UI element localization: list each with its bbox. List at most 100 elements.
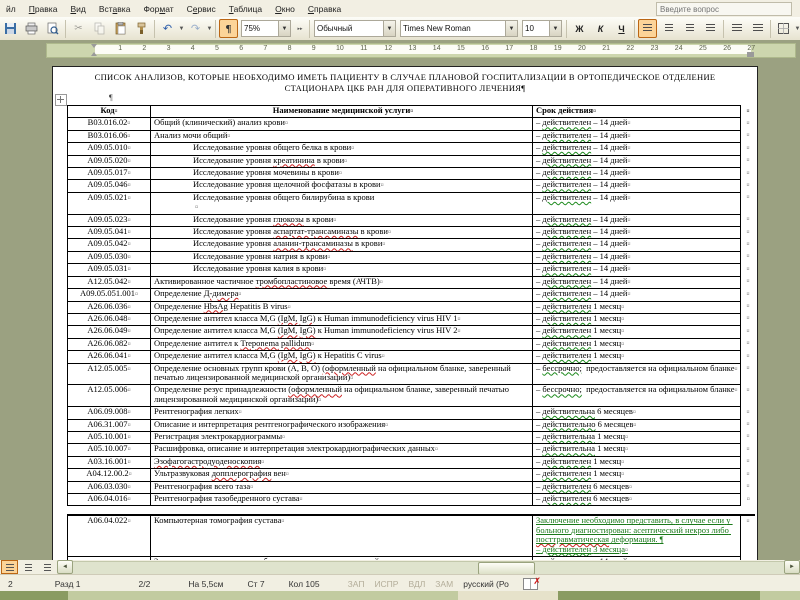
- table-row[interactable]: А09.05.010¤Исследование уровня общего бе…: [68, 143, 756, 155]
- table-row[interactable]: А03.16.001¤Эзофагогастродуоденоскопия¤– …: [68, 456, 756, 468]
- align-left-button[interactable]: [638, 19, 657, 38]
- code-cell[interactable]: А09.05.051.001¤: [68, 289, 151, 301]
- service-name-cell[interactable]: Исследование уровня аланин-трансаминазы …: [151, 239, 533, 251]
- bold-button[interactable]: Ж: [570, 19, 589, 38]
- table-row[interactable]: А12.05.005¤Определение основных групп кр…: [68, 363, 756, 385]
- service-name-cell[interactable]: Расшифровка, описание и интерпретация эл…: [151, 444, 533, 456]
- table-row[interactable]: А26.06.036¤Определение HbsAg Hepatitis B…: [68, 301, 756, 313]
- table-row[interactable]: А09.05.030¤Исследование уровня натрия в …: [68, 251, 756, 263]
- validity-term-cell[interactable]: – действителен – 14 дней¤: [533, 118, 741, 130]
- table-row[interactable]: А06.31.007¤Описание и интерпретация рент…: [68, 419, 756, 431]
- table-row[interactable]: А04.12.00.2¤Ультразвуковая допплерографи…: [68, 469, 756, 481]
- validity-term-cell[interactable]: – действителен – 14 дней¤: [533, 214, 741, 226]
- code-cell[interactable]: В03.016.06¤: [68, 130, 151, 142]
- service-name-cell[interactable]: Описание и интерпретация рентгенографиче…: [151, 419, 533, 431]
- horizontal-scrollbar-thumb[interactable]: [478, 562, 535, 575]
- horizontal-ruler[interactable]: 1234567891011121314151617181920212223242…: [46, 43, 796, 58]
- table-row[interactable]: А09.05.046¤Исследование уровня щелочной …: [68, 180, 756, 192]
- print-layout-view-button[interactable]: [39, 560, 56, 574]
- status-track-changes[interactable]: ИСПР: [374, 579, 398, 589]
- validity-term-cell[interactable]: – действителен 6 месяцев¤: [533, 494, 741, 506]
- service-name-cell[interactable]: Определение антител класса M,G (IgM, IgG…: [151, 313, 533, 325]
- code-cell[interactable]: А09.05.020¤: [68, 155, 151, 167]
- italic-button[interactable]: К: [591, 19, 610, 38]
- indent-marker-left[interactable]: [91, 44, 98, 56]
- code-cell[interactable]: А26.06.049¤: [68, 326, 151, 338]
- service-name-cell[interactable]: Общий (клинический) анализ крови¤: [151, 118, 533, 130]
- code-cell[interactable]: А09.05.030¤: [68, 251, 151, 263]
- table-row[interactable]: А09.05.021¤Исследование уровня общего би…: [68, 192, 756, 214]
- validity-term-cell[interactable]: Заключение необходимо представить, в слу…: [533, 515, 741, 556]
- validity-term-cell[interactable]: – действителен – 14 дней¤: [533, 251, 741, 263]
- horizontal-scrollbar-track[interactable]: [73, 561, 784, 574]
- table-row[interactable]: А05.10.007¤Расшифровка, описание и интер…: [68, 444, 756, 456]
- service-name-cell[interactable]: Определение основных групп крови (А, В, …: [151, 363, 533, 385]
- service-name-cell[interactable]: Определение HbsAg Hepatitis B virus¤: [151, 301, 533, 313]
- validity-term-cell[interactable]: – действителен 1 месяц¤: [533, 338, 741, 350]
- redo-button[interactable]: ↷: [186, 19, 205, 38]
- table-row[interactable]: В03.016.06¤Анализ мочи общий¤– действите…: [68, 130, 756, 142]
- analyses-table[interactable]: Код¤Наименование медицинской услуги¤Срок…: [67, 105, 756, 506]
- validity-term-cell[interactable]: – действителен 1 месяц¤: [533, 313, 741, 325]
- service-name-cell[interactable]: Определение антител к Treponema pallidum…: [151, 338, 533, 350]
- service-name-cell[interactable]: Исследование уровня глюкозы в крови¤: [151, 214, 533, 226]
- status-language[interactable]: русский (Ро: [463, 579, 509, 589]
- service-name-cell[interactable]: Определение резус принадлежности (оформл…: [151, 385, 533, 407]
- status-record-mode[interactable]: ЗАП: [348, 579, 365, 589]
- validity-term-cell[interactable]: – действителен – 14 дней¤: [533, 276, 741, 288]
- menu-Таблица[interactable]: Таблица: [223, 2, 269, 16]
- table-move-handle[interactable]: [55, 94, 67, 106]
- validity-term-cell[interactable]: – действителен – 14 дней¤: [533, 155, 741, 167]
- bullet-list-button[interactable]: [748, 19, 767, 38]
- code-cell[interactable]: А05.10.007¤: [68, 444, 151, 456]
- service-name-cell[interactable]: Компьютерная томография сустава¤: [151, 515, 533, 556]
- font-dropdown-arrow[interactable]: ▼: [505, 21, 517, 36]
- table-row[interactable]: А26.06.041¤Определение антител класса M,…: [68, 351, 756, 363]
- validity-term-cell[interactable]: – действительно 6 месяцев¤: [533, 419, 741, 431]
- scroll-right-button[interactable]: ►: [784, 560, 800, 574]
- copy-button[interactable]: [90, 19, 109, 38]
- code-cell[interactable]: А04.12.00.2¤: [68, 469, 151, 481]
- menu-Вставка[interactable]: Вставка: [93, 2, 138, 16]
- zoom-select[interactable]: 75%▼: [241, 20, 291, 37]
- align-right-button[interactable]: [680, 19, 699, 38]
- show-formatting-marks-button[interactable]: ¶: [219, 19, 238, 38]
- validity-term-cell[interactable]: – действителен – 14 дней¤: [533, 239, 741, 251]
- service-name-cell[interactable]: Исследование уровня натрия в крови¤: [151, 251, 533, 263]
- code-cell[interactable]: А12.05.042¤: [68, 276, 151, 288]
- table-row[interactable]: А09.05.031¤Исследование уровня калия в к…: [68, 264, 756, 276]
- underline-button[interactable]: Ч: [612, 19, 631, 38]
- code-cell[interactable]: А26.06.082¤: [68, 338, 151, 350]
- menu-Справка[interactable]: Справка: [302, 2, 348, 16]
- service-name-cell[interactable]: Регистрация электрокардиограммы¤: [151, 431, 533, 443]
- paste-button[interactable]: [111, 19, 130, 38]
- table-row[interactable]: А09.05.051.001¤Определение Д-димера¤– де…: [68, 289, 756, 301]
- toolbar-options-button[interactable]: ▸▸: [294, 19, 306, 38]
- validity-term-cell[interactable]: – действителен – 14 дней¤: [533, 168, 741, 180]
- status-overtype[interactable]: ЗАМ: [435, 579, 453, 589]
- web-layout-view-button[interactable]: [20, 560, 37, 574]
- table-row[interactable]: А09.05.020¤Исследование уровня креатинин…: [68, 155, 756, 167]
- service-name-cell[interactable]: Рентгенография всего таза¤: [151, 481, 533, 493]
- validity-term-cell[interactable]: – действителен – 14 дней¤: [533, 180, 741, 192]
- table-row[interactable]: А26.06.049¤Определение антител класса M,…: [68, 326, 756, 338]
- code-cell[interactable]: А09.05.023¤: [68, 214, 151, 226]
- service-name-cell[interactable]: Исследование уровня креатинина в крови¤: [151, 155, 533, 167]
- code-cell[interactable]: А09.05.041¤: [68, 227, 151, 239]
- service-name-cell[interactable]: Исследование уровня мочевины в крови¤: [151, 168, 533, 180]
- validity-term-cell[interactable]: – действителен – 14 дней¤: [533, 192, 741, 214]
- font-size-select[interactable]: 10▼: [522, 20, 562, 37]
- table-row[interactable]: А06.04.022¤Компьютерная томография суста…: [68, 515, 756, 556]
- font-size-dropdown-arrow[interactable]: ▼: [549, 21, 561, 36]
- normal-view-button[interactable]: [1, 560, 18, 574]
- ask-question-input[interactable]: [656, 2, 792, 16]
- code-cell[interactable]: А12.05.005¤: [68, 363, 151, 385]
- validity-term-cell[interactable]: – действительна 1 месяц¤: [533, 431, 741, 443]
- service-name-cell[interactable]: Ультразвуковая допплерография вен¤: [151, 469, 533, 481]
- validity-term-cell[interactable]: – действителен 1 месяц¤: [533, 351, 741, 363]
- validity-term-cell[interactable]: – действителен 1 месяц¤: [533, 456, 741, 468]
- code-cell[interactable]: А06.04.022¤: [68, 515, 151, 556]
- validity-term-cell[interactable]: – действителен – 14 дней¤: [533, 227, 741, 239]
- table-row[interactable]: А12.05.006¤Определение резус принадлежно…: [68, 385, 756, 407]
- indent-marker-right[interactable]: [747, 52, 754, 57]
